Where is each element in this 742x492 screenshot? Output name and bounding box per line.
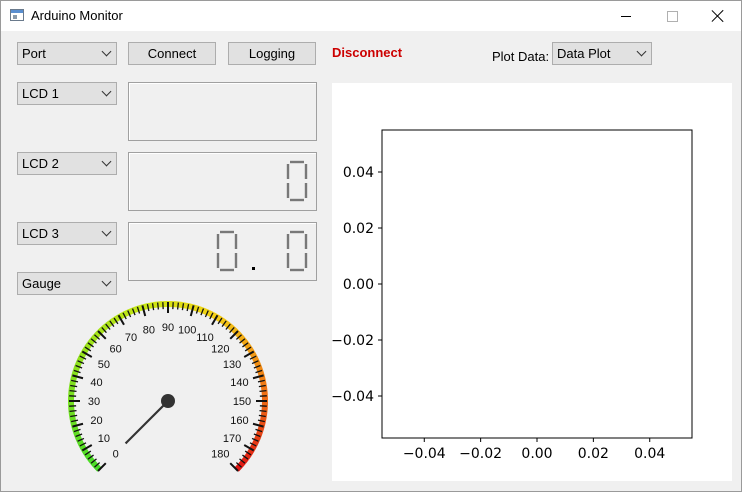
gauge-tick-label: 150 — [233, 396, 251, 408]
gauge-tick — [69, 409, 77, 412]
plot-chart: −0.04 −0.02 0.00 0.02 0.040.040.020.00−0.02−… — [332, 129, 693, 462]
gauge-hub — [161, 394, 175, 408]
lcd2-digits — [286, 160, 308, 202]
lcd-digit — [216, 230, 238, 272]
gauge-tick-label: 100 — [178, 325, 196, 337]
lcd1-digits — [138, 90, 308, 134]
plot-canvas: −0.04 −0.02 0.00 0.02 0.04 0.04 0.02 0.00 −0.02−… — [332, 83, 732, 481]
lcd3-digits — [216, 230, 308, 272]
app-window: Arduino Monitor Port Connect Logging Dis… — [0, 0, 742, 492]
lcd2-select[interactable]: LCD 2 — [17, 152, 117, 175]
close-button[interactable] — [695, 1, 741, 31]
window-title: Arduino Monitor — [31, 8, 123, 23]
chevron-down-icon — [101, 276, 112, 287]
chevron-down-icon — [636, 46, 647, 57]
plot-data-select-value: Data Plot — [557, 46, 611, 61]
app-icon — [10, 9, 24, 21]
connect-button[interactable]: Connect — [128, 42, 216, 65]
gauge-tick-label: 90 — [162, 322, 174, 334]
gauge-tick — [69, 390, 77, 393]
lcd2-select-value: LCD 2 — [22, 156, 59, 171]
gauge-needle — [124, 400, 169, 445]
lcd-digit — [286, 160, 308, 202]
plot-data-select[interactable]: Data Plot — [552, 42, 652, 65]
title-bar[interactable]: Arduino Monitor — [1, 1, 741, 31]
lcd-decimal-point — [252, 267, 255, 270]
lcd3-select-value: LCD 3 — [22, 226, 59, 241]
port-select[interactable]: Port — [17, 42, 117, 65]
gauge-tick — [259, 409, 267, 412]
gauge-tick-label: 80 — [143, 325, 155, 337]
gauge-tick-label: 110 — [196, 332, 214, 344]
chevron-down-icon — [101, 156, 112, 167]
lcd1-display — [128, 82, 317, 141]
y-tick-label: 0.04 — [343, 165, 374, 181]
port-select-value: Port — [22, 46, 46, 61]
x-tick-label: 0.00 — [521, 446, 552, 462]
gauge-tick-label: 20 — [90, 415, 102, 427]
plot-data-label: Plot Data: — [492, 49, 550, 64]
lcd1-select[interactable]: LCD 1 — [17, 82, 117, 105]
gauge-tick-label: 40 — [90, 377, 102, 389]
gauge-tick-label: 140 — [230, 377, 248, 389]
logging-button[interactable]: Logging — [228, 42, 316, 65]
minimize-icon — [621, 15, 631, 17]
gauge-select-value: Gauge — [22, 276, 62, 291]
gauge-tick-label: 160 — [230, 415, 248, 427]
gauge-tick-label: 130 — [223, 359, 241, 371]
minimize-button[interactable] — [603, 1, 649, 31]
chevron-down-icon — [101, 46, 112, 57]
gauge-tick-label: 180 — [211, 448, 229, 460]
lcd-digit — [286, 230, 308, 272]
lcd3-select[interactable]: LCD 3 — [17, 222, 117, 245]
chevron-down-icon — [101, 226, 112, 237]
y-tick-label: −0.04 — [332, 389, 374, 405]
lcd1-select-value: LCD 1 — [22, 86, 59, 101]
gauge-tick-label: 70 — [125, 332, 137, 344]
chevron-down-icon — [101, 86, 112, 97]
x-tick-label: 0.02 — [578, 446, 609, 462]
gauge-tick-label: 50 — [98, 359, 110, 371]
plot-axes-frame — [381, 129, 693, 439]
gauge-tick-label: 10 — [98, 433, 110, 445]
gauge-tick-label: 30 — [88, 396, 100, 408]
lcd3-display — [128, 222, 317, 281]
gauge-tick — [176, 302, 179, 310]
x-tick-label: 0.04 — [634, 446, 665, 462]
close-icon — [712, 10, 724, 22]
gauge-tick-label: 0 — [113, 448, 119, 460]
gauge-tick-label: 170 — [223, 433, 241, 445]
y-tick-label: −0.02 — [332, 333, 374, 349]
lcd2-display — [128, 152, 317, 211]
gauge-tick-label: 120 — [211, 344, 229, 356]
gauge-widget: 010 20 30 40 506070 80 90 100110120 130 140 150 160… — [68, 301, 268, 472]
maximize-icon — [666, 10, 678, 22]
gauge-tick — [157, 302, 160, 310]
connection-status: Disconnect — [332, 45, 403, 60]
maximize-button[interactable] — [649, 1, 695, 31]
x-tick-label: −0.02 — [459, 446, 502, 462]
y-tick-label: 0.00 — [343, 277, 374, 293]
x-tick-label: −0.04 — [403, 446, 446, 462]
y-tick-label: 0.02 — [343, 221, 374, 237]
gauge-tick-label: 60 — [110, 344, 122, 356]
gauge-tick — [259, 390, 267, 393]
